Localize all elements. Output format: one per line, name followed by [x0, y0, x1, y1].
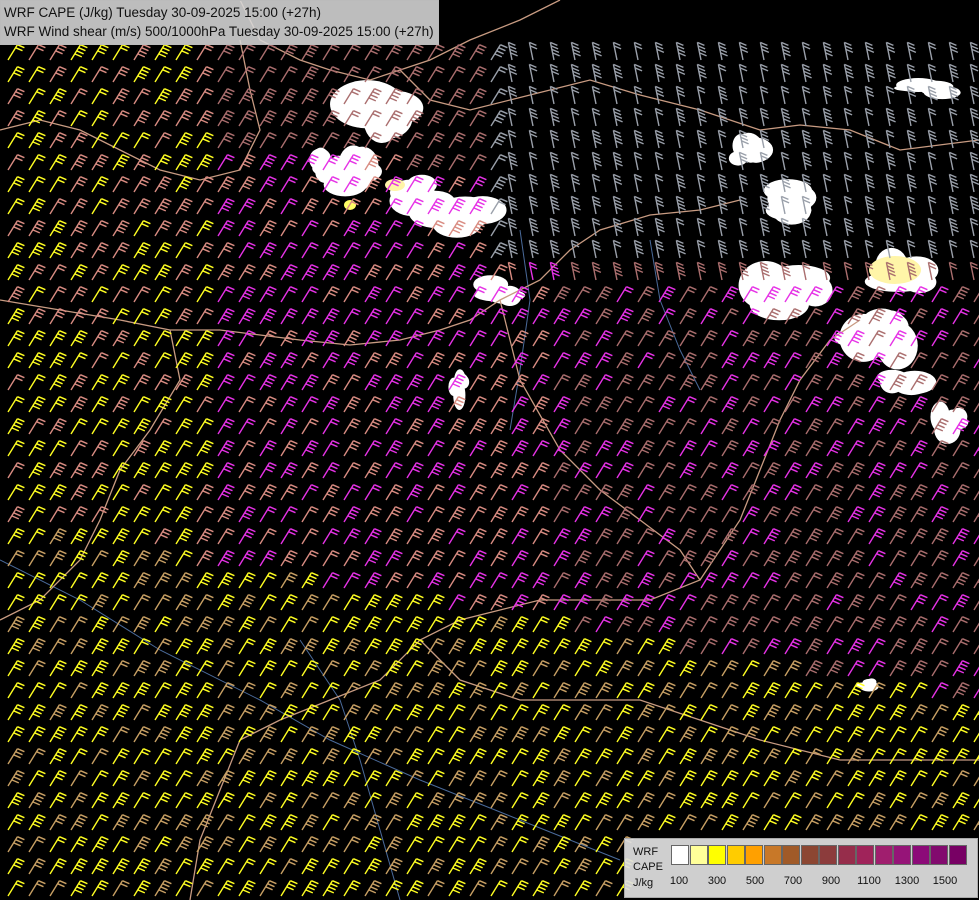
cape-patch [869, 256, 921, 284]
cape-patch [930, 401, 950, 432]
cape-patch [900, 83, 926, 92]
weather-map [0, 0, 979, 900]
cape-patch [485, 277, 506, 288]
cape-patch [411, 178, 435, 210]
cape-patch [749, 288, 809, 321]
